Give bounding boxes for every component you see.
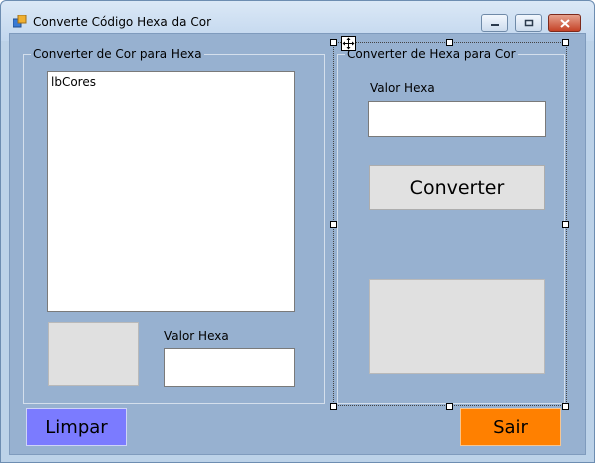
hex-value-label-left: Valor Hexa [164, 329, 229, 343]
app-window: Converte Código Hexa da Cor Converter de… [0, 0, 595, 463]
selection-handle[interactable] [562, 39, 569, 46]
designer-selection-outline [333, 42, 567, 406]
maximize-icon [524, 19, 533, 27]
limpar-button[interactable]: Limpar [26, 408, 127, 446]
limpar-button-label: Limpar [45, 416, 108, 438]
color-to-hex-group: Converter de Cor para Hexa lbCores Valor… [23, 47, 325, 404]
minimize-button[interactable] [481, 14, 508, 32]
window-title: Converte Código Hexa da Cor [33, 15, 211, 29]
selection-handle[interactable] [330, 39, 337, 46]
colors-listbox[interactable]: lbCores [47, 71, 295, 312]
color-to-hex-group-title: Converter de Cor para Hexa [31, 47, 204, 61]
color-preview-swatch [48, 322, 139, 386]
minimize-icon [490, 24, 499, 26]
selection-handle[interactable] [562, 403, 569, 410]
sair-button-label: Sair [493, 416, 528, 438]
colors-listbox-placeholder: lbCores [51, 75, 96, 89]
close-button[interactable] [548, 14, 581, 32]
selection-handle[interactable] [330, 403, 337, 410]
form-client-area: Converter de Cor para Hexa lbCores Valor… [9, 33, 586, 455]
sair-button[interactable]: Sair [460, 408, 561, 446]
move-icon[interactable] [341, 36, 356, 51]
selection-handle[interactable] [446, 403, 453, 410]
maximize-button[interactable] [515, 14, 542, 32]
selection-handle[interactable] [562, 221, 569, 228]
hex-value-field-left[interactable] [164, 348, 295, 387]
selection-handle[interactable] [330, 221, 337, 228]
app-icon [13, 15, 27, 28]
selection-handle[interactable] [446, 39, 453, 46]
close-icon [559, 18, 570, 28]
